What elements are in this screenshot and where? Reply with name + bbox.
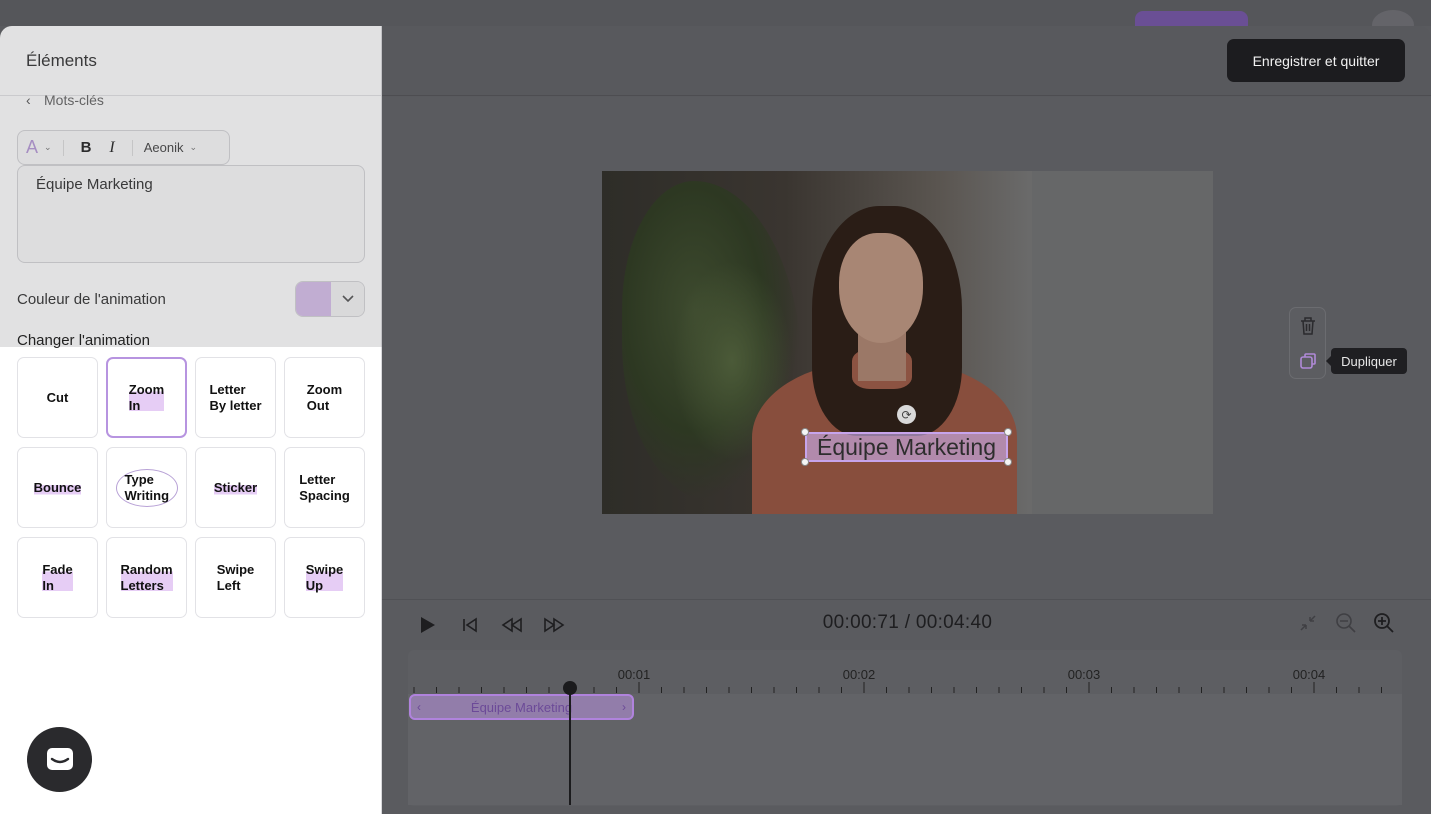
animation-option-label: Type Writing <box>115 468 178 507</box>
animation-option-label: Random Letters <box>120 561 173 594</box>
chevron-down-icon[interactable]: ⌄ <box>189 142 197 153</box>
animation-option[interactable]: Letter By letter <box>195 357 276 438</box>
video-preview[interactable] <box>602 171 1213 514</box>
animation-option-label: Sticker <box>213 479 258 496</box>
change-animation-heading: Changer l'animation <box>17 332 150 349</box>
animation-color-label: Couleur de l'animation <box>17 290 166 308</box>
zoom-out-icon[interactable] <box>1335 612 1357 634</box>
animation-option[interactable]: Fade In <box>17 537 98 618</box>
toolbar-divider <box>131 139 133 156</box>
ruler-ticks <box>413 682 1382 693</box>
animation-option[interactable]: Swipe Left <box>195 537 276 618</box>
animation-option[interactable]: Type Writing <box>106 447 187 528</box>
playhead[interactable] <box>569 687 571 805</box>
playback-time: 00:00:71 / 00:04:40 <box>822 612 993 633</box>
animation-option[interactable]: Zoom Out <box>284 357 365 438</box>
animation-color-row: Couleur de l'animation <box>17 281 365 317</box>
italic-button[interactable]: I <box>103 139 120 157</box>
timeline-clip[interactable]: ‹ Équipe Marketing › <box>409 694 634 720</box>
resize-handle[interactable] <box>801 428 809 436</box>
fit-timeline-icon[interactable] <box>1297 612 1319 634</box>
text-overlay-element[interactable]: Équipe Marketing <box>805 432 1008 462</box>
video-wall-panel <box>1032 171 1213 514</box>
animation-option[interactable]: Cut <box>17 357 98 438</box>
animation-option-label: Letter By letter <box>209 381 262 413</box>
animation-option[interactable]: Bounce <box>17 447 98 528</box>
resize-handle[interactable] <box>801 458 809 466</box>
bold-button[interactable]: B <box>75 139 98 156</box>
animation-option[interactable]: Zoom In <box>106 357 187 438</box>
chevron-right-icon[interactable]: › <box>622 700 626 714</box>
back-to-keywords-link[interactable]: ‹ Mots-clés <box>26 92 104 108</box>
keyword-text-input[interactable]: Équipe Marketing <box>17 165 365 263</box>
animation-option-label: Zoom Out <box>306 381 343 413</box>
clip-label: Équipe Marketing <box>470 699 573 715</box>
chevron-left-icon[interactable]: ‹ <box>417 700 421 714</box>
toolbar-divider <box>62 139 64 156</box>
animation-option[interactable]: Sticker <box>195 447 276 528</box>
playhead-handle[interactable] <box>563 681 577 695</box>
playback-controls <box>417 612 565 638</box>
animation-grid: Cut Zoom In Letter By letter Zoom Out Bounce… <box>17 357 367 618</box>
animation-option-label: Zoom In <box>128 381 165 414</box>
fast-forward-icon[interactable] <box>543 614 565 636</box>
rotate-handle-icon[interactable]: ⟳ <box>897 405 916 424</box>
resize-handle[interactable] <box>1004 428 1012 436</box>
timeline-ruler: 00:01 00:02 00:03 00:04 <box>408 664 1402 694</box>
animation-option[interactable]: Random Letters <box>106 537 187 618</box>
zoom-tools <box>1297 612 1395 634</box>
animation-option-label: Swipe Up <box>305 561 344 594</box>
animation-color-picker[interactable] <box>295 281 365 317</box>
text-format-toolbar: A ⌄ B I Aeonik ⌄ <box>17 130 230 165</box>
skip-to-start-icon[interactable] <box>459 614 481 636</box>
animation-option-label: Fade In <box>42 561 73 594</box>
animation-option-label: Swipe Left <box>216 561 255 593</box>
trash-icon[interactable] <box>1297 315 1319 337</box>
resize-handle[interactable] <box>1004 458 1012 466</box>
animation-option[interactable]: Letter Spacing <box>284 447 365 528</box>
zoom-in-icon[interactable] <box>1373 612 1395 634</box>
video-person-face <box>839 233 923 343</box>
chat-support-button[interactable] <box>27 727 92 792</box>
play-icon[interactable] <box>417 614 439 636</box>
animation-option-label: Bounce <box>33 479 82 496</box>
chevron-down-icon[interactable]: ⌄ <box>44 142 52 153</box>
element-side-tools <box>1289 307 1326 379</box>
background-purple-button <box>1135 11 1248 26</box>
text-color-icon[interactable]: A <box>26 137 38 158</box>
back-link-label: Mots-clés <box>44 92 104 108</box>
font-select[interactable]: Aeonik <box>144 140 184 155</box>
duplicate-tooltip: Dupliquer <box>1326 348 1407 374</box>
chat-icon <box>46 747 73 770</box>
color-swatch[interactable] <box>296 282 331 316</box>
rewind-icon[interactable] <box>501 614 523 636</box>
chevron-down-icon[interactable] <box>331 282 364 316</box>
animation-option-label: Letter Spacing <box>299 471 350 503</box>
duplicate-icon[interactable] <box>1297 350 1319 372</box>
save-and-quit-button[interactable]: Enregistrer et quitter <box>1227 39 1405 82</box>
animation-option-label: Cut <box>46 389 69 405</box>
panel-title: Éléments <box>0 26 381 96</box>
animation-option[interactable]: Swipe Up <box>284 537 365 618</box>
chevron-left-icon: ‹ <box>26 92 31 108</box>
